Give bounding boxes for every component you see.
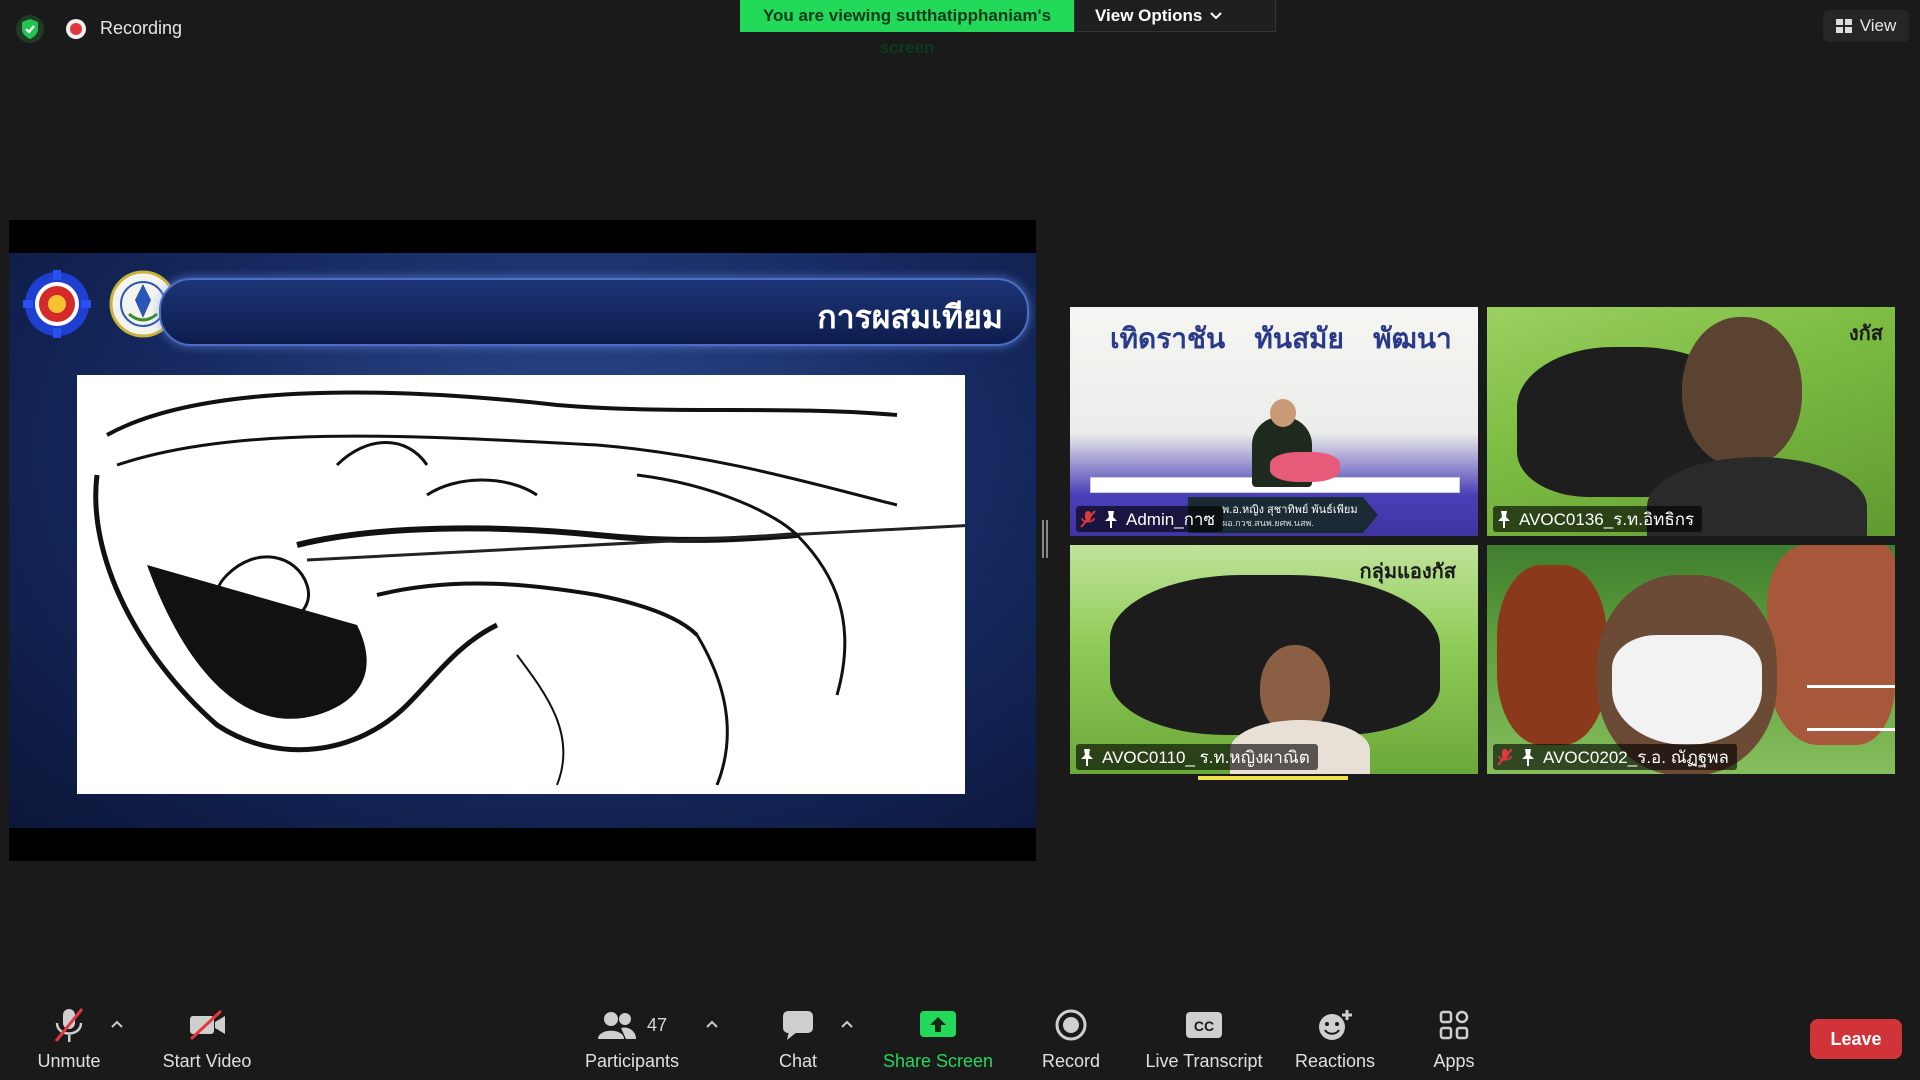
recording-indicator[interactable]: Recording [66, 18, 182, 39]
participants-count: 47 [646, 1014, 668, 1035]
view-options-button[interactable]: View Options [1074, 0, 1276, 32]
fence [1807, 685, 1895, 731]
participants-options-caret-icon[interactable] [705, 1019, 719, 1029]
shared-screen[interactable]: การผสมเทียม [9, 220, 1036, 861]
muted-mic-icon [1080, 510, 1096, 528]
participant-name-label: AVOC0110_ ร.ท.หญิงผาณิต [1076, 744, 1318, 770]
svg-text:CC: CC [1194, 1018, 1214, 1034]
share-screen-icon [920, 1011, 956, 1037]
participant-tile[interactable]: กลุ่มแองกัส AVOC0110_ ร.ท.หญิงผาณิต [1070, 545, 1478, 774]
smiley-plus-icon [1319, 1010, 1352, 1040]
person-head [1682, 317, 1802, 467]
slide-title-bar: การผสมเทียม [159, 278, 1029, 346]
muted-mic-icon [54, 1008, 84, 1042]
pin-icon [1105, 511, 1117, 528]
chat-icon [783, 1011, 813, 1040]
participants-button[interactable]: 47 Participants [580, 985, 684, 1080]
grid-view-icon [1835, 19, 1852, 33]
leave-button[interactable]: Leave [1810, 1019, 1902, 1059]
audio-options-caret-icon[interactable] [110, 1019, 124, 1029]
apps-button[interactable]: Apps [1424, 985, 1484, 1080]
gear-emblem-logo [23, 270, 91, 338]
chat-button[interactable]: Chat [768, 985, 828, 1080]
participants-icon [597, 1012, 636, 1039]
active-speaker-indicator [1198, 776, 1348, 780]
flower-arrangement [1270, 452, 1340, 482]
participant-name-label: Admin_กาซ [1076, 506, 1224, 532]
record-icon [1055, 1009, 1087, 1041]
apps-icon [1439, 1010, 1469, 1040]
panel-splitter-handle[interactable] [1042, 520, 1048, 558]
pin-icon [1081, 749, 1093, 766]
participant-name-label: AVOC0136_ร.ท.อิทธิกร [1493, 506, 1703, 532]
participant-name-label: AVOC0202_ร.อ. ณัฏฐพล [1493, 744, 1737, 770]
presentation-slide: การผสมเทียม [9, 253, 1036, 828]
chevron-down-icon [1210, 11, 1223, 19]
anatomical-drawing [77, 375, 978, 794]
tile-banner-text: งกัส [1848, 321, 1883, 345]
muted-mic-icon [1497, 748, 1513, 766]
share-screen-button[interactable]: Share Screen [880, 985, 996, 1080]
pin-icon [1498, 511, 1510, 528]
pin-icon [1522, 749, 1534, 766]
reactions-button[interactable]: Reactions [1294, 985, 1376, 1080]
tile-banner-text: กลุ่มแองกัส [1359, 559, 1456, 583]
participant-tile[interactable]: งกัส AVOC0136_ร.ท.อิทธิกร [1487, 307, 1895, 536]
face-mask [1612, 635, 1762, 745]
speaker-head [1270, 399, 1296, 427]
start-video-button[interactable]: Start Video [158, 985, 256, 1080]
record-button[interactable]: Record [1036, 985, 1106, 1080]
closed-captions-icon: CC [1186, 1012, 1222, 1038]
viewing-screen-text: You are viewing sutthatipphaniam's scree… [740, 0, 1074, 57]
participant-tile[interactable]: AVOC0202_ร.อ. ณัฏฐพล [1487, 545, 1895, 774]
participant-tile[interactable]: เทิดราชัน ทันสมัย พัฒนา พ.อ.หญิง สุชาทิพ… [1070, 307, 1478, 536]
chat-options-caret-icon[interactable] [840, 1019, 854, 1029]
screen-share-banner: You are viewing sutthatipphaniam's scree… [740, 0, 1276, 57]
unmute-button[interactable]: Unmute [28, 985, 110, 1080]
video-off-icon [189, 1009, 225, 1041]
slide-title: การผสมเทียม [817, 298, 1003, 336]
tile-banner-text: เทิดราชัน ทันสมัย พัฒนา [1110, 322, 1452, 355]
live-transcript-button[interactable]: CC Live Transcript [1142, 985, 1266, 1080]
security-shield-icon[interactable] [16, 14, 44, 44]
recording-label: Recording [100, 18, 183, 38]
recording-icon [66, 18, 86, 39]
meeting-toolbar: Unmute Start Video 47 Participants Chat … [0, 985, 1920, 1080]
cattle-image [1497, 565, 1607, 745]
view-button[interactable]: View [1823, 10, 1909, 42]
